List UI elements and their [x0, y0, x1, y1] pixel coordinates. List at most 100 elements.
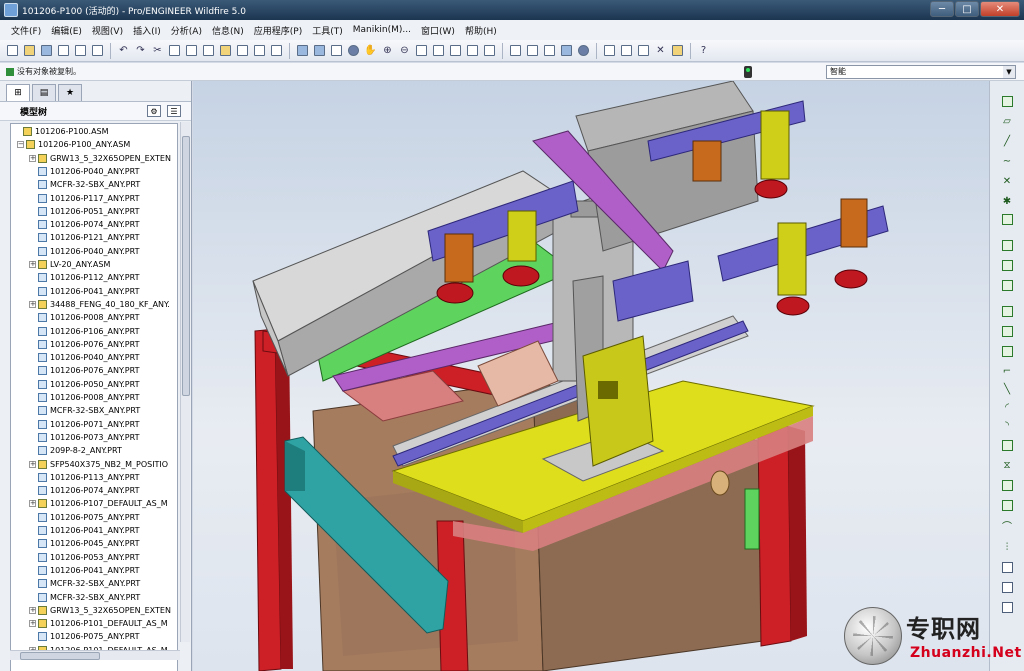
new-file-icon[interactable] [5, 43, 20, 58]
saved-views-icon[interactable] [448, 43, 463, 58]
tree-expander-icon[interactable]: + [29, 500, 36, 508]
tree-expander-icon[interactable]: + [29, 300, 36, 308]
tree-vertical-scrollbar[interactable] [180, 122, 190, 642]
tree-expander-icon[interactable]: + [29, 154, 36, 162]
wireframe-icon[interactable] [508, 43, 523, 58]
enhanced-realism-icon[interactable] [576, 43, 591, 58]
tree-node[interactable]: +34488_FENG_40_180_KF_ANY. [29, 298, 170, 311]
tree-node[interactable]: + LV-20_ANY.ASM [29, 258, 110, 271]
open-file-icon[interactable] [22, 43, 37, 58]
tree-node[interactable]: 101206-P075_ANY.PRT [29, 511, 139, 524]
tree-node[interactable]: + GRW13_5_32X65OPEN_EXTEN [29, 152, 171, 165]
print-icon[interactable] [56, 43, 71, 58]
no-hidden-icon[interactable] [542, 43, 557, 58]
tree-expander-icon[interactable]: − [17, 141, 24, 149]
undo-icon[interactable]: ↶ [116, 43, 131, 58]
regenerate-manager-icon[interactable] [235, 43, 250, 58]
tree-node[interactable]: 101206-P121_ANY.PRT [29, 231, 139, 244]
zoom-out-icon[interactable]: ⊖ [397, 43, 412, 58]
menu-applications[interactable]: 应用程序(P) [249, 24, 307, 37]
select-box-icon[interactable] [269, 43, 284, 58]
find-icon[interactable] [252, 43, 267, 58]
analysis-feature-icon[interactable] [999, 211, 1015, 227]
menu-insert[interactable]: 插入(I) [128, 24, 166, 37]
trim-icon[interactable] [999, 497, 1015, 513]
minimize-button[interactable]: ─ [930, 1, 954, 17]
tree-node[interactable]: +101206-P101_DEFAULT_AS_M [29, 617, 168, 630]
extrude-icon[interactable] [999, 323, 1015, 339]
zoom-in-icon[interactable]: ⊕ [380, 43, 395, 58]
datum-curve-icon[interactable]: ∼ [999, 153, 1015, 169]
menu-help[interactable]: 帮助(H) [460, 24, 502, 37]
tree-expander-icon[interactable]: + [29, 261, 36, 268]
tree-node[interactable]: 101206-P106_ANY.PRT [29, 325, 139, 338]
tree-node[interactable]: 101206-P050_ANY.PRT [29, 378, 139, 391]
regenerate-icon[interactable] [218, 43, 233, 58]
datum-axes-icon[interactable] [619, 43, 634, 58]
paste-special-icon[interactable] [201, 43, 216, 58]
model-tree-tab[interactable]: ⊞ [6, 84, 30, 101]
context-help-icon[interactable]: ? [696, 43, 711, 58]
reorient-icon[interactable] [431, 43, 446, 58]
tree-node[interactable]: 101206-P041_ANY.PRT [29, 285, 139, 298]
datum-axis-icon[interactable]: ╱ [999, 133, 1015, 149]
shell-icon[interactable]: ◝ [999, 417, 1015, 433]
tree-node[interactable]: MCFR-32-SBX_ANY.PRT [29, 591, 140, 604]
round-icon[interactable]: ⌐ [999, 363, 1015, 379]
tree-expander-icon[interactable]: + [29, 606, 36, 614]
tree-node[interactable]: 101206-P100.ASM [14, 125, 109, 138]
merge-icon[interactable] [999, 477, 1015, 493]
datum-points-icon[interactable] [636, 43, 651, 58]
assembly-model[interactable] [193, 81, 989, 671]
tree-node[interactable]: 101206-P073_ANY.PRT [29, 431, 139, 444]
tree-horizontal-scrollbar[interactable] [10, 650, 180, 660]
tree-settings-icon[interactable]: ⚙ [147, 105, 161, 117]
tree-node[interactable]: 209P-8-2_ANY.PRT [29, 444, 122, 457]
menu-tools[interactable]: 工具(T) [307, 24, 348, 37]
revolve-icon[interactable] [999, 343, 1015, 359]
refit-icon[interactable] [414, 43, 429, 58]
offset-icon[interactable]: ⫶ [999, 539, 1015, 555]
hidden-line-icon[interactable] [525, 43, 540, 58]
tree-expander-icon[interactable]: + [29, 460, 36, 468]
annotations-icon[interactable] [670, 43, 685, 58]
spin-center-icon[interactable] [312, 43, 327, 58]
copy-icon[interactable] [167, 43, 182, 58]
tree-node[interactable]: − 101206-P100_ANY.ASM [17, 138, 130, 151]
save-icon[interactable] [39, 43, 54, 58]
close-button[interactable]: ✕ [980, 1, 1020, 17]
tree-node[interactable]: 101206-P051_ANY.PRT [29, 205, 139, 218]
tree-node[interactable]: +101206-P107_DEFAULT_AS_M [29, 497, 168, 510]
pattern-icon[interactable] [999, 437, 1015, 453]
menu-edit[interactable]: 编辑(E) [46, 24, 87, 37]
datum-planes-icon[interactable] [602, 43, 617, 58]
coordinate-system-icon[interactable]: ✱ [999, 193, 1015, 209]
create-component-icon[interactable] [999, 257, 1015, 273]
tree-node[interactable]: 101206-P117_ANY.PRT [29, 192, 139, 205]
shaded-icon[interactable] [559, 43, 574, 58]
tree-node[interactable]: 101206-P112_ANY.PRT [29, 271, 139, 284]
tree-node[interactable]: 101206-P041_ANY.PRT [29, 564, 139, 577]
tree-node[interactable]: + SFP540X375_NB2_M_POSITIO [29, 458, 168, 471]
tree-node[interactable]: 101206-P008_ANY.PRT [29, 391, 139, 404]
redo-icon[interactable]: ↷ [133, 43, 148, 58]
tree-node[interactable]: 101206-P041_ANY.PRT [29, 524, 139, 537]
draft-icon[interactable]: ◜ [999, 399, 1015, 415]
cut-icon[interactable]: ✂ [150, 43, 165, 58]
tree-node[interactable]: 101206-P074_ANY.PRT [29, 484, 139, 497]
tree-node[interactable]: 101206-P045_ANY.PRT [29, 537, 139, 550]
tree-node[interactable]: 101206-P008_ANY.PRT [29, 311, 139, 324]
send-mail-icon[interactable] [73, 43, 88, 58]
shading-icon[interactable] [346, 43, 361, 58]
thicken-icon[interactable] [999, 559, 1015, 575]
hole-icon[interactable] [999, 303, 1015, 319]
paste-icon[interactable] [184, 43, 199, 58]
mirror-icon[interactable]: ⧖ [999, 457, 1015, 473]
send-link-icon[interactable] [90, 43, 105, 58]
tree-node[interactable]: 101206-P040_ANY.PRT [29, 165, 139, 178]
repeat-icon[interactable] [999, 277, 1015, 293]
layers-icon[interactable] [465, 43, 480, 58]
tree-show-icon[interactable]: ☰ [167, 105, 181, 117]
datum-point-icon[interactable]: ✕ [999, 173, 1015, 189]
tree-node[interactable]: 101206-P040_ANY.PRT [29, 245, 139, 258]
